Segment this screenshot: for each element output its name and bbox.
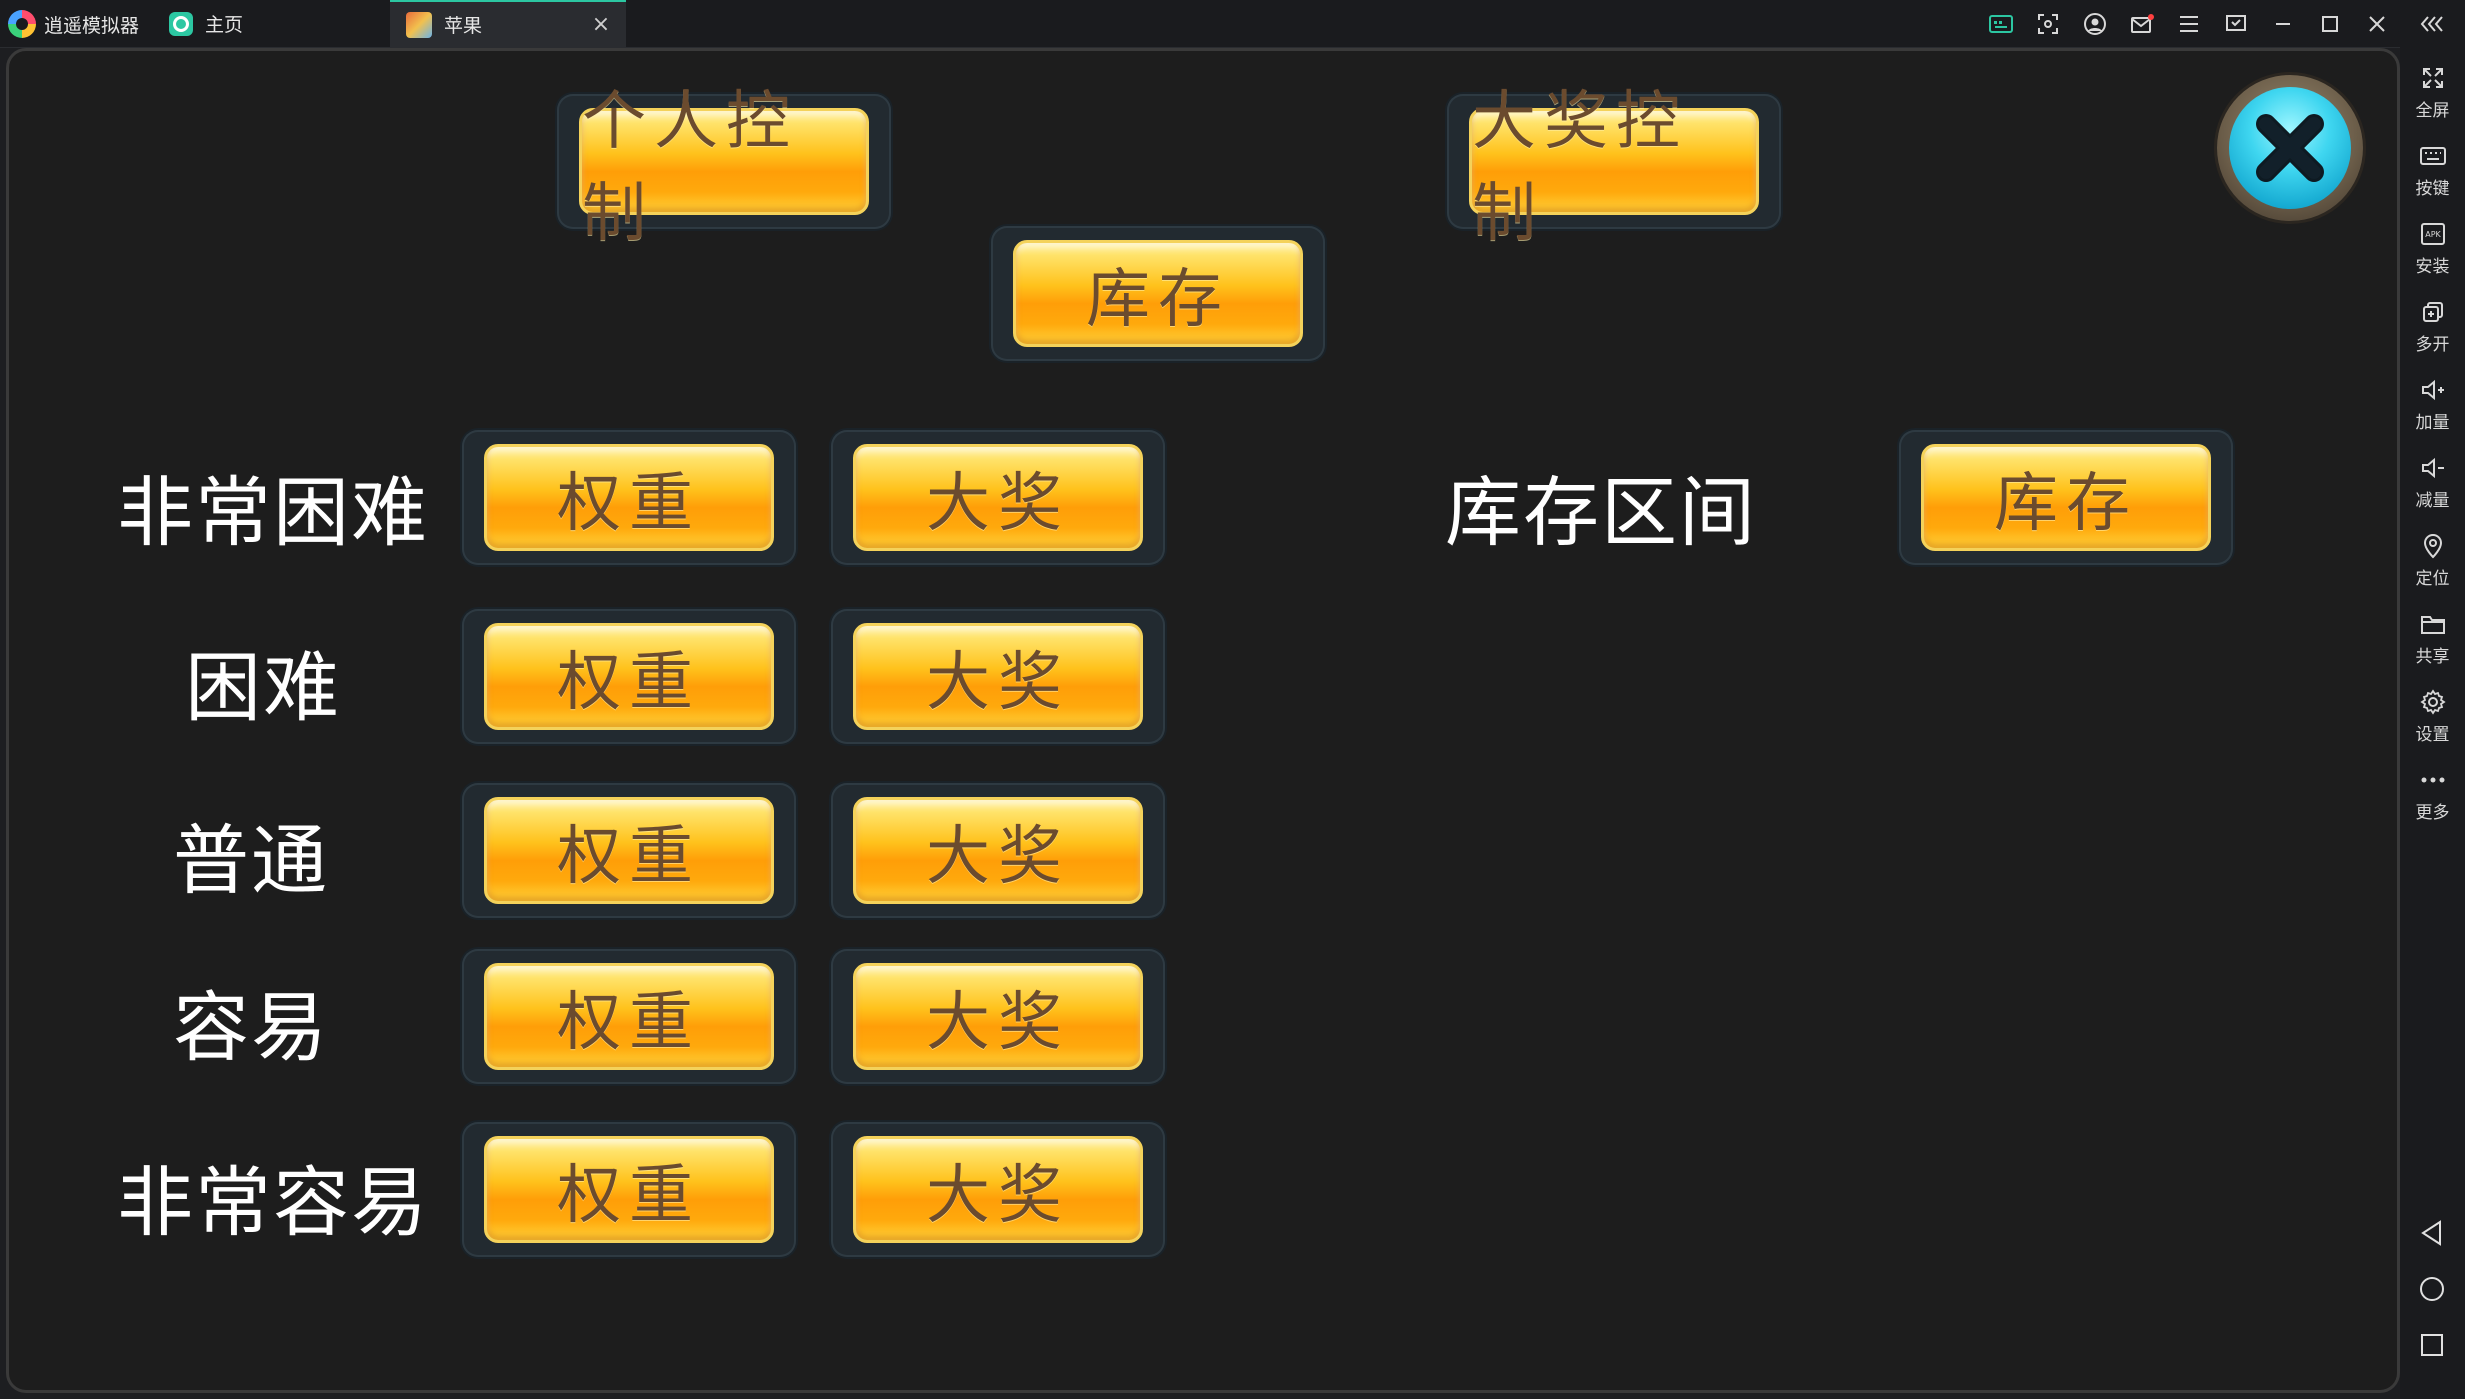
svg-text:APK: APK [2425,230,2441,239]
jackpot-button-frame: 大奖 [831,1122,1165,1257]
maximize-icon[interactable] [2306,0,2353,47]
difficulty-label-very-easy: 非常容易 [117,1158,429,1247]
easy-jackpot-button[interactable]: 大奖 [853,963,1143,1070]
sidebar-item-label: 全屏 [2415,100,2450,121]
settings-icon [2419,688,2447,716]
close-panel-button[interactable] [2217,75,2363,221]
keyboard-icon [2419,142,2447,170]
very-hard-weight-button[interactable]: 权重 [484,444,774,551]
sidebar-item-settings[interactable]: 设置 [2400,681,2465,751]
operation-record-icon[interactable] [2212,0,2259,47]
android-home-icon[interactable] [2416,1273,2448,1305]
sidebar-item-share[interactable]: 共享 [2400,603,2465,673]
jackpot-button-frame: 大奖 [831,783,1165,918]
inventory-range-button[interactable]: 库存 [1921,444,2211,551]
sidebar-item-label: 更多 [2415,802,2450,823]
apk-install-icon: APK [2419,220,2447,248]
tab-home[interactable]: 主页 [165,0,385,47]
tab-close-icon[interactable]: × [590,14,612,36]
jackpot-button-frame: 大奖 [831,609,1165,744]
jackpot-control-button-frame: 大奖控制 [1447,85,1781,251]
close-icon [2229,87,2351,209]
tab-home-label: 主页 [205,14,244,36]
title-bar: 逍遥模拟器 主页 苹果 × [0,0,2465,48]
weight-button-frame: 权重 [462,1122,796,1257]
very-hard-jackpot-button[interactable]: 大奖 [853,444,1143,551]
screenshot-icon[interactable] [2024,0,2071,47]
normal-weight-button[interactable]: 权重 [484,797,774,904]
weight-button-frame: 权重 [462,609,796,744]
android-back-icon[interactable] [2416,1217,2448,1249]
sidebar-item-label: 共享 [2415,646,2450,667]
tab-apple-game[interactable]: 苹果 × [390,0,626,47]
personal-control-button[interactable]: 个人控制 [579,85,869,251]
app-name: 逍遥模拟器 [44,14,140,37]
tab-apple-label: 苹果 [444,15,483,37]
sidebar-item-label: 按键 [2415,178,2450,199]
emulator-logo-icon [8,10,36,38]
difficulty-label-hard: 困难 [185,643,341,732]
multi-instance-icon [2419,298,2447,326]
hard-weight-button[interactable]: 权重 [484,623,774,730]
android-recents-icon[interactable] [2416,1329,2448,1361]
inventory-button-frame: 库存 [991,226,1325,361]
collapse-sidebar-icon[interactable] [2400,0,2465,47]
inventory-range-button-frame: 库存 [1899,430,2233,565]
weight-button-frame: 权重 [462,949,796,1084]
mail-icon[interactable] [2118,0,2165,47]
emulator-window: 逍遥模拟器 主页 苹果 × 全屏 按键 APK 安装 多开 加量 减量 定位 共… [0,0,2465,1399]
inventory-button[interactable]: 库存 [1013,240,1303,347]
sidebar-item-install[interactable]: APK 安装 [2400,213,2465,283]
very-easy-weight-button[interactable]: 权重 [484,1136,774,1243]
location-icon [2419,532,2447,560]
fullscreen-icon [2419,64,2447,92]
sidebar-item-keys[interactable]: 按键 [2400,135,2465,205]
sidebar-item-volume-down[interactable]: 减量 [2400,447,2465,517]
weight-button-frame: 权重 [462,430,796,565]
sidebar-item-label: 安装 [2415,256,2450,277]
sidebar-item-label: 减量 [2415,490,2450,511]
volume-up-icon [2419,376,2447,404]
volume-down-icon [2419,454,2447,482]
sidebar-item-label: 多开 [2415,334,2450,355]
right-sidebar: 全屏 按键 APK 安装 多开 加量 减量 定位 共享 设置 更多 [2400,47,2465,1399]
jackpot-control-button[interactable]: 大奖控制 [1469,85,1759,251]
keyboard-mapping-icon[interactable] [1977,0,2024,47]
very-easy-jackpot-button[interactable]: 大奖 [853,1136,1143,1243]
jackpot-button-frame: 大奖 [831,430,1165,565]
jackpot-button-frame: 大奖 [831,949,1165,1084]
home-tab-icon [169,11,193,36]
more-icon [2419,766,2447,794]
menu-icon[interactable] [2165,0,2212,47]
sidebar-item-multi-instance[interactable]: 多开 [2400,291,2465,361]
account-icon[interactable] [2071,0,2118,47]
game-control-panel: 个人控制 大奖控制 库存 非常困难 权重 大奖 困难 权重 大奖 普通 权重 大… [6,48,2400,1393]
difficulty-label-easy: 容易 [173,983,329,1072]
sidebar-item-label: 设置 [2415,724,2450,745]
app-branding: 逍遥模拟器 [8,8,139,40]
personal-control-button-frame: 个人控制 [557,85,891,251]
game-app-icon [406,11,432,38]
sidebar-item-volume-up[interactable]: 加量 [2400,369,2465,439]
close-window-icon[interactable] [2353,0,2400,47]
sidebar-item-location[interactable]: 定位 [2400,525,2465,595]
minimize-icon[interactable] [2259,0,2306,47]
titlebar-controls [1977,0,2465,47]
inventory-range-label: 库存区间 [1445,468,1757,557]
difficulty-label-very-hard: 非常困难 [117,468,429,557]
normal-jackpot-button[interactable]: 大奖 [853,797,1143,904]
sidebar-item-fullscreen[interactable]: 全屏 [2400,57,2465,127]
sidebar-item-label: 加量 [2415,412,2450,433]
sidebar-item-label: 定位 [2415,568,2450,589]
difficulty-label-normal: 普通 [173,816,329,905]
weight-button-frame: 权重 [462,783,796,918]
sidebar-item-more[interactable]: 更多 [2400,759,2465,829]
shared-folder-icon [2419,610,2447,638]
easy-weight-button[interactable]: 权重 [484,963,774,1070]
hard-jackpot-button[interactable]: 大奖 [853,623,1143,730]
